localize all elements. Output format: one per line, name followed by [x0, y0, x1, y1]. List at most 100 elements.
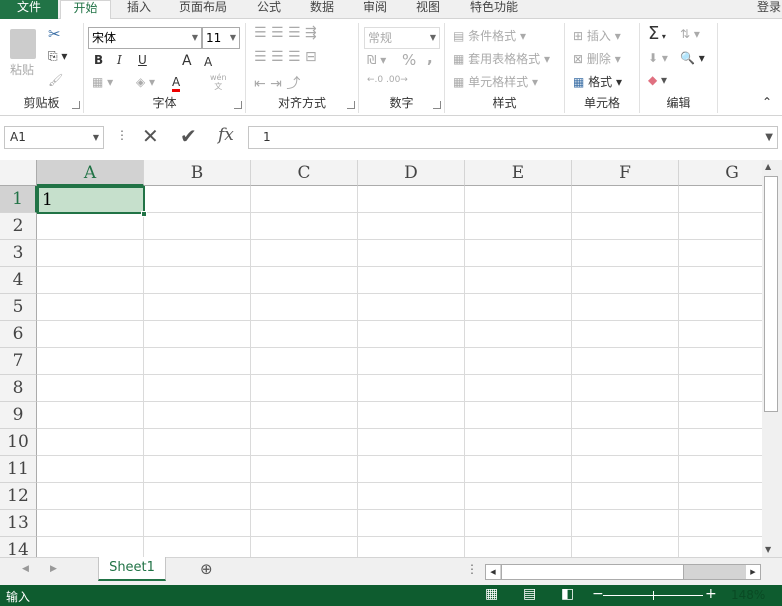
sort-filter-icon[interactable]: ⇅ ▾ — [680, 27, 700, 41]
number-format-select[interactable]: 常规 ▼ — [364, 27, 440, 49]
zoom-in-button[interactable]: + — [705, 586, 717, 602]
scroll-thumb[interactable] — [501, 565, 684, 579]
scroll-right-icon[interactable]: ▶ — [746, 565, 760, 579]
zoom-slider-thumb[interactable] — [653, 591, 654, 600]
cancel-icon[interactable]: ✕ — [142, 124, 159, 148]
currency-icon[interactable]: ₪ ▾ — [367, 53, 386, 67]
column-header-g[interactable]: G — [679, 160, 762, 186]
cell-styles-button[interactable]: ▦ 单元格样式 ▾ — [453, 73, 538, 90]
select-all-button[interactable] — [0, 160, 37, 186]
chevron-down-icon[interactable]: ▼ — [765, 127, 773, 148]
column-header-a[interactable]: A — [37, 160, 144, 186]
underline-button[interactable]: U — [138, 53, 147, 67]
fill-color-icon[interactable]: ◈ ▾ — [136, 75, 155, 89]
row-header-13[interactable]: 13 — [0, 510, 37, 537]
font-color-button[interactable]: A — [172, 75, 181, 92]
dialog-launcher-icon[interactable] — [234, 101, 242, 109]
fill-icon[interactable]: ⬇ ▾ — [648, 51, 668, 65]
column-header-d[interactable]: D — [358, 160, 465, 186]
column-header-f[interactable]: F — [572, 160, 679, 186]
tab-special[interactable]: 特色功能 — [462, 0, 526, 19]
font-size-select[interactable]: 11 ▼ — [202, 27, 240, 49]
row-header-7[interactable]: 7 — [0, 348, 37, 375]
row-header-5[interactable]: 5 — [0, 294, 37, 321]
format-cells-button[interactable]: ▦ 格式 ▾ — [573, 73, 622, 90]
find-icon[interactable]: 🔍 ▾ — [680, 51, 705, 65]
dialog-launcher-icon[interactable] — [72, 101, 80, 109]
sheet-tab-sheet1[interactable]: Sheet1 — [98, 557, 166, 581]
page-break-view-icon[interactable]: ◧ — [561, 586, 574, 602]
column-header-b[interactable]: B — [144, 160, 251, 186]
row-header-8[interactable]: 8 — [0, 375, 37, 402]
name-box[interactable]: A1 ▼ — [4, 126, 104, 149]
align-icons-top[interactable]: ☰ ☰ ☰ ⇶ — [254, 25, 317, 41]
bold-button[interactable]: B — [94, 53, 103, 67]
formula-input[interactable]: 1 ▼ — [248, 126, 778, 149]
column-header-c[interactable]: C — [251, 160, 358, 186]
insert-cells-button[interactable]: ⊞ 插入 ▾ — [573, 27, 621, 44]
dialog-launcher-icon[interactable] — [433, 101, 441, 109]
collapse-ribbon-icon[interactable]: ⌃ — [762, 95, 772, 109]
add-sheet-icon[interactable]: ⊕ — [200, 560, 213, 578]
tab-data[interactable]: 数据 — [300, 0, 344, 19]
scroll-up-icon[interactable]: ▲ — [765, 162, 771, 171]
decimal-icons[interactable]: ←.0 .00→ — [367, 75, 408, 85]
format-as-table-button[interactable]: ▦ 套用表格格式 ▾ — [453, 50, 550, 67]
insert-function-button[interactable]: fx — [218, 125, 234, 145]
row-header-4[interactable]: 4 — [0, 267, 37, 294]
enter-icon[interactable]: ✔ — [180, 124, 197, 148]
fill-handle[interactable] — [141, 211, 147, 217]
border-icon[interactable]: ▦ ▾ — [92, 75, 113, 89]
tab-review[interactable]: 审阅 — [353, 0, 397, 19]
next-sheet-icon[interactable]: ▶ — [50, 564, 57, 574]
font-name-select[interactable]: 宋体 ▼ — [88, 27, 202, 49]
row-header-14[interactable]: 14 — [0, 537, 37, 557]
row-header-9[interactable]: 9 — [0, 402, 37, 429]
scroll-left-icon[interactable]: ◀ — [486, 565, 500, 579]
tab-formulas[interactable]: 公式 — [247, 0, 291, 19]
clear-icon[interactable]: ◆ ▾ — [648, 73, 667, 87]
tab-insert[interactable]: 插入 — [115, 0, 163, 19]
grow-font-button[interactable]: A — [182, 53, 192, 69]
comma-button[interactable]: , — [427, 49, 433, 67]
format-painter-icon[interactable]: 🖌 — [48, 73, 63, 87]
percent-button[interactable]: % — [402, 51, 416, 69]
autosum-button[interactable]: Σ ▾ — [648, 23, 666, 44]
normal-view-icon[interactable]: ▦ — [485, 586, 498, 602]
shrink-font-button[interactable]: A — [204, 55, 212, 69]
paste-icon[interactable] — [10, 29, 36, 59]
zoom-out-button[interactable]: − — [592, 586, 604, 602]
horizontal-scrollbar[interactable]: ◀ ▶ — [485, 564, 761, 580]
splitter-icon[interactable]: ⋮ — [466, 562, 478, 576]
zoom-slider[interactable] — [603, 591, 703, 600]
scroll-thumb[interactable] — [764, 176, 778, 412]
copy-icon[interactable]: ⎘ ▾ — [48, 49, 67, 64]
row-header-11[interactable]: 11 — [0, 456, 37, 483]
tab-page-layout[interactable]: 页面布局 — [172, 0, 234, 19]
cell-a1[interactable]: 1 — [37, 186, 145, 214]
row-header-10[interactable]: 10 — [0, 429, 37, 456]
tab-home[interactable]: 开始 — [60, 0, 111, 20]
italic-button[interactable]: I — [117, 53, 122, 67]
row-header-1[interactable]: 1 — [0, 186, 37, 213]
page-layout-view-icon[interactable]: ▤ — [523, 586, 536, 602]
cut-icon[interactable]: ✂ — [48, 25, 61, 43]
scroll-down-icon[interactable]: ▼ — [765, 545, 771, 554]
paste-button[interactable]: 粘贴 — [10, 61, 34, 78]
tab-view[interactable]: 视图 — [406, 0, 450, 19]
delete-cells-button[interactable]: ⊠ 删除 ▾ — [573, 50, 621, 67]
row-header-3[interactable]: 3 — [0, 240, 37, 267]
conditional-format-button[interactable]: ▤ 条件格式 ▾ — [453, 27, 526, 44]
vertical-scrollbar[interactable]: ▲ ▼ — [762, 160, 782, 557]
login-link[interactable]: 登录 — [752, 0, 782, 19]
row-header-2[interactable]: 2 — [0, 213, 37, 240]
indent-icons[interactable]: ⇤ ⇥ ⤴ — [254, 73, 300, 93]
row-header-12[interactable]: 12 — [0, 483, 37, 510]
spreadsheet-grid[interactable]: A B C D E F G 1 2 3 4 5 6 7 8 9 10 11 12 13 14 1 — [0, 160, 762, 557]
zoom-level[interactable]: 148% — [731, 588, 765, 602]
column-header-e[interactable]: E — [465, 160, 572, 186]
phonetic-button[interactable]: wén 文 — [210, 73, 227, 91]
dialog-launcher-icon[interactable] — [347, 101, 355, 109]
row-header-6[interactable]: 6 — [0, 321, 37, 348]
align-icons-horizontal[interactable]: ☰ ☰ ☰ ⊟ — [254, 49, 317, 65]
